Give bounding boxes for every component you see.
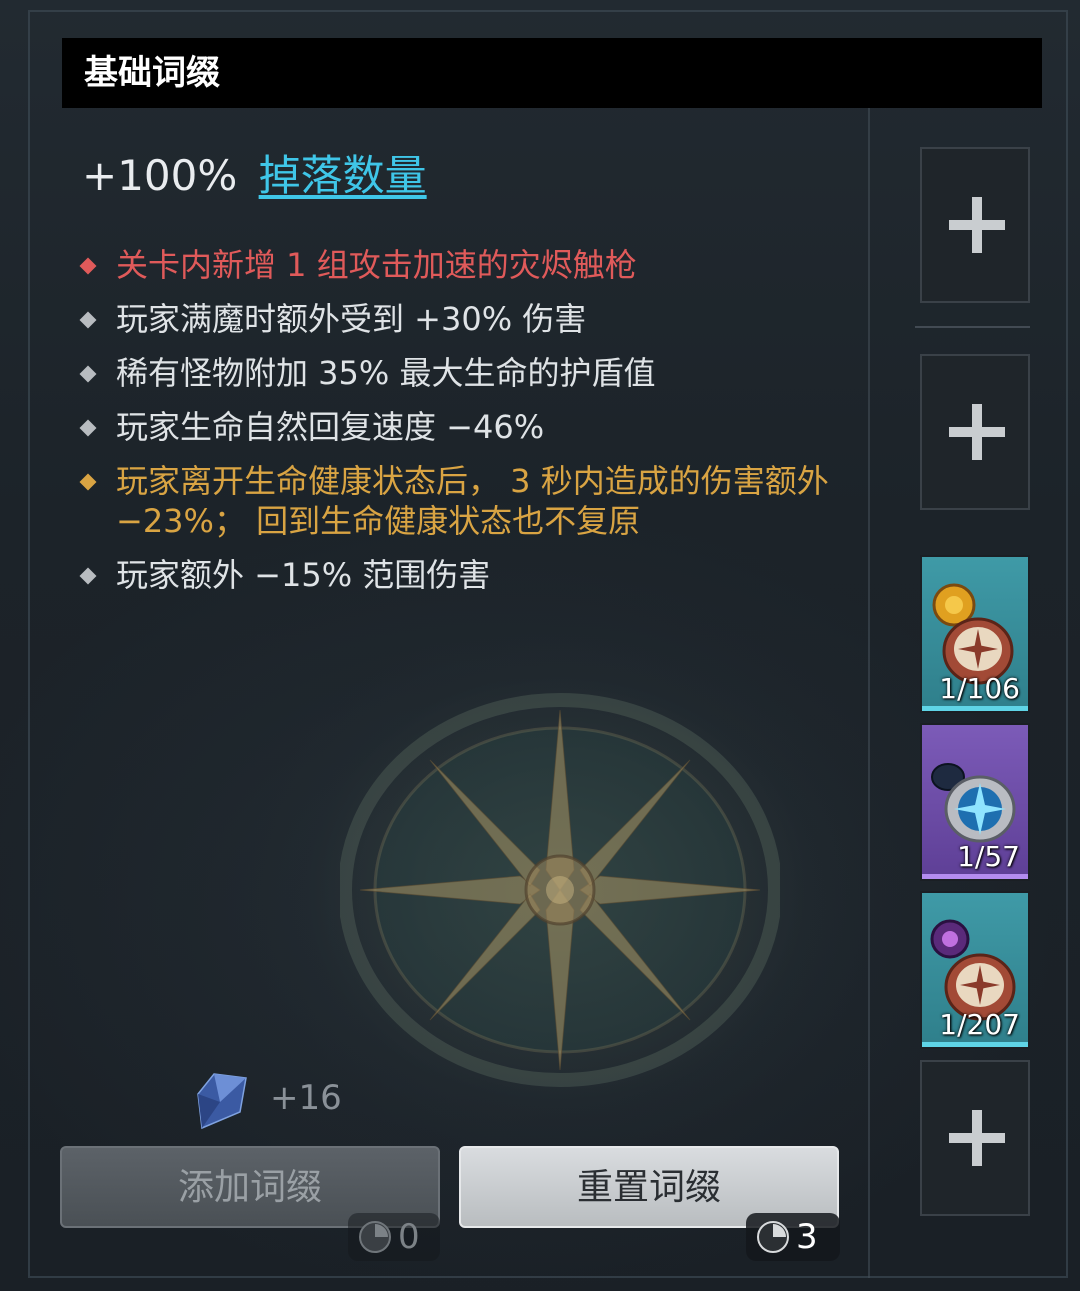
compass-item-slot[interactable]: 1/106	[920, 555, 1030, 713]
diamond-bullet-icon	[79, 365, 97, 383]
section-title: 基础词缀	[84, 53, 220, 93]
drop-quantity-link[interactable]: 掉落数量	[259, 151, 427, 200]
crystal-icon	[197, 1073, 247, 1130]
empty-slot[interactable]	[920, 147, 1030, 303]
clock-icon	[359, 1221, 391, 1253]
crystal-count: +16	[270, 1078, 342, 1118]
affix-item: 玩家生命自然回复速度 −46%	[78, 407, 838, 447]
compass-item-slot[interactable]: 1/57	[920, 723, 1030, 881]
affix-item: 玩家满魔时额外受到 +30% 伤害	[78, 299, 838, 339]
main-affix-value: +100%	[82, 151, 238, 200]
compass-item-slot[interactable]: 1/207	[920, 891, 1030, 1049]
diamond-bullet-icon	[79, 311, 97, 329]
affix-text: 玩家满魔时额外受到 +30% 伤害	[116, 300, 587, 338]
compass-emblem	[340, 693, 780, 1087]
affix-text: 稀有怪物附加 35% 最大生命的护盾值	[116, 354, 656, 392]
compass-amber-icon	[932, 583, 1014, 685]
affix-text: 关卡内新增 1 组攻击加速的灾烬触枪	[116, 246, 637, 284]
add-cost-value: 0	[398, 1217, 420, 1257]
affix-item: 玩家离开生命健康状态后， 3 秒内造成的伤害额外 −23%； 回到生命健康状态也…	[78, 461, 838, 541]
affix-text: 玩家额外 −15% 范围伤害	[116, 556, 491, 594]
affix-item: 玩家额外 −15% 范围伤害	[78, 555, 838, 595]
affix-item: 稀有怪物附加 35% 最大生命的护盾值	[78, 353, 838, 393]
rarity-bar	[922, 1042, 1028, 1047]
clock-icon	[757, 1221, 789, 1253]
diamond-bullet-icon	[79, 419, 97, 437]
add-cost-badge: 0	[348, 1213, 440, 1261]
affix-item: 关卡内新增 1 组攻击加速的灾烬触枪	[78, 245, 838, 285]
diamond-bullet-icon	[79, 567, 97, 585]
item-count: 1/57	[957, 840, 1020, 873]
diamond-bullet-icon	[79, 473, 97, 491]
rarity-bar	[922, 706, 1028, 711]
main-affix: +100% 掉落数量	[82, 146, 427, 206]
empty-slot[interactable]	[920, 1060, 1030, 1216]
empty-slot[interactable]	[920, 354, 1030, 510]
plus-icon	[949, 1110, 1005, 1166]
affix-text: 玩家生命自然回复速度 −46%	[116, 408, 545, 446]
item-count: 1/106	[939, 672, 1020, 705]
reset-cost-value: 3	[796, 1217, 818, 1257]
slot-divider	[915, 326, 1030, 328]
compass-star-icon	[931, 763, 1016, 843]
plus-icon	[949, 404, 1005, 460]
vertical-divider	[868, 98, 870, 1278]
plus-icon	[949, 197, 1005, 253]
reset-cost-badge: 3	[746, 1213, 840, 1261]
rarity-bar	[922, 874, 1028, 879]
item-count: 1/207	[939, 1008, 1020, 1041]
header-bar: 基础词缀	[62, 38, 1042, 108]
diamond-bullet-icon	[79, 257, 97, 275]
affix-list: 关卡内新增 1 组攻击加速的灾烬触枪 玩家满魔时额外受到 +30% 伤害稀有怪物附…	[78, 245, 838, 609]
compass-void-icon	[930, 919, 1016, 1021]
affix-text: 玩家离开生命健康状态后， 3 秒内造成的伤害额外 −23%； 回到生命健康状态也…	[116, 462, 829, 540]
